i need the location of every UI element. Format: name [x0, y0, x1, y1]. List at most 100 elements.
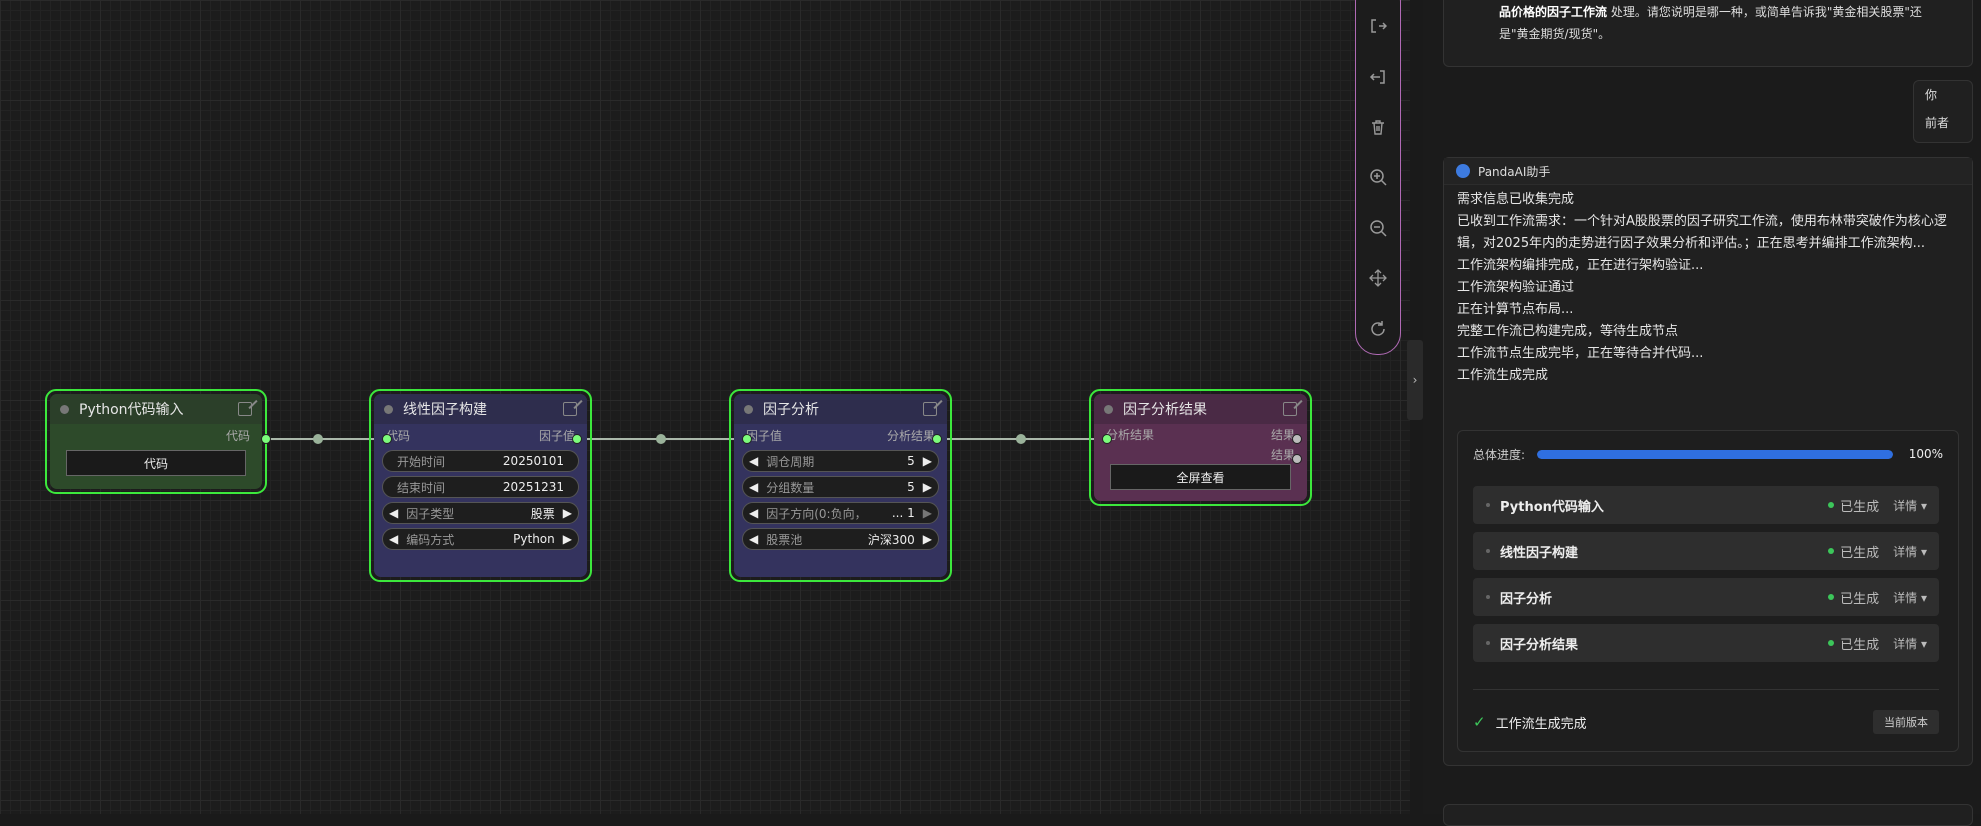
arrow-right-icon[interactable]: ▶	[923, 506, 932, 520]
node-status-item[interactable]: 因子分析结果 已生成 详情 ▾	[1473, 624, 1939, 662]
edit-icon[interactable]	[238, 402, 252, 416]
edit-icon[interactable]	[1283, 402, 1297, 416]
factor-type-select[interactable]: ◀ 因子类型 股票 ▶	[382, 502, 579, 524]
status-badge: 已生成	[1828, 542, 1879, 561]
user-message-line: 前者	[1925, 116, 1950, 130]
message-bold-text: 品价格的因子工作流	[1499, 5, 1608, 19]
status-line: 需求信息已收集完成	[1457, 192, 1575, 207]
arrow-left-icon[interactable]: ◀	[389, 506, 398, 520]
progress-bar	[1537, 449, 1893, 459]
progress-label: 总体进度:	[1473, 447, 1526, 462]
code-button[interactable]: 代码	[66, 450, 246, 476]
output-port-label: 代码	[225, 428, 250, 443]
divider	[1473, 689, 1939, 690]
input-port[interactable]	[742, 434, 752, 444]
node-header[interactable]: 因子分析结果	[1094, 394, 1307, 424]
details-toggle[interactable]: 详情 ▾	[1893, 589, 1927, 606]
fullscreen-button[interactable]: 全屏查看	[1110, 464, 1291, 490]
node-header[interactable]: 线性因子构建	[374, 394, 587, 424]
details-toggle[interactable]: 详情 ▾	[1893, 635, 1927, 652]
item-name: Python代码输入	[1500, 499, 1604, 515]
widget-value: 5	[907, 480, 915, 494]
import-icon[interactable]	[1367, 66, 1389, 86]
output-port[interactable]	[1292, 454, 1302, 464]
node-factor-analysis-result[interactable]: 因子分析结果 分析结果 结果 结果 全屏查看	[1089, 389, 1312, 506]
current-version-button[interactable]: 当前版本	[1873, 710, 1939, 734]
widget-value: 5	[907, 454, 915, 468]
status-line: 工作流架构编排完成，正在进行架构验证...	[1457, 258, 1704, 273]
edit-icon[interactable]	[923, 402, 937, 416]
details-toggle[interactable]: 详情 ▾	[1893, 543, 1927, 560]
arrow-left-icon[interactable]: ◀	[749, 506, 758, 520]
wire-midpoint[interactable]	[313, 434, 323, 444]
workflow-canvas[interactable]: Python代码输入 代码 代码 线性因子构建 代码 因子值 开始时间 20250…	[0, 0, 1410, 814]
stock-pool-select[interactable]: ◀ 股票池 沪深300 ▶	[742, 528, 939, 550]
edit-icon[interactable]	[563, 402, 577, 416]
chevron-right-icon: ›	[1412, 373, 1418, 387]
encoding-select[interactable]: ◀ 编码方式 Python ▶	[382, 528, 579, 550]
node-factor-analysis[interactable]: 因子分析 因子值 分析结果 ◀ 调仓周期 5 ▶ ◀ 分组数量 5 ▶ ◀ 因子方向(0:负向…	[729, 389, 952, 582]
collapse-panel-button[interactable]: ›	[1407, 340, 1423, 420]
widget-value: Python	[513, 532, 555, 546]
assistant-name: PandaAI助手	[1478, 164, 1551, 179]
export-icon[interactable]	[1367, 16, 1389, 36]
widget-value: 股票	[530, 506, 555, 521]
node-ports: 代码 因子值	[374, 424, 587, 446]
rebalance-period-select[interactable]: ◀ 调仓周期 5 ▶	[742, 450, 939, 472]
previous-assistant-message: 品价格的因子工作流 处理。请您说明是哪一种，或简单告诉我"黄金相关股票"还是"黄…	[1443, 0, 1973, 67]
arrow-left-icon[interactable]: ◀	[749, 454, 758, 468]
message-text: 品价格的因子工作流 处理。请您说明是哪一种，或简单告诉我"黄金相关股票"还是"黄…	[1499, 1, 1949, 45]
wire-midpoint[interactable]	[656, 434, 666, 444]
node-status-dot	[60, 404, 69, 414]
factor-direction-select[interactable]: ◀ 因子方向(0:负向， ... 1 ▶	[742, 502, 939, 524]
node-status-item[interactable]: 线性因子构建 已生成 详情 ▾	[1473, 532, 1939, 570]
node-linear-factor-build[interactable]: 线性因子构建 代码 因子值 开始时间 20250101 结束时间 20251231 …	[369, 389, 592, 582]
node-python-code-input[interactable]: Python代码输入 代码 代码	[45, 389, 271, 494]
input-port[interactable]	[382, 434, 392, 444]
fit-view-icon[interactable]	[1367, 268, 1389, 288]
node-status-item[interactable]: Python代码输入 已生成 详情 ▾	[1473, 486, 1939, 524]
bullet-icon	[1486, 503, 1490, 507]
output-port[interactable]	[1292, 434, 1302, 444]
widget-label: 开始时间	[397, 454, 446, 469]
delete-icon[interactable]	[1367, 117, 1389, 137]
end-time-field[interactable]: 结束时间 20251231	[382, 476, 579, 498]
assistant-lines: 需求信息已收集完成 已收到工作流需求：一个针对A股股票的因子研究工作流，使用布林…	[1444, 185, 1972, 387]
wire-midpoint[interactable]	[1016, 434, 1026, 444]
overall-progress: 总体进度: 100%	[1473, 443, 1943, 465]
node-title: 线性因子构建	[403, 402, 487, 418]
widget-label: 调仓周期	[766, 454, 815, 469]
arrow-left-icon[interactable]: ◀	[749, 480, 758, 494]
arrow-left-icon[interactable]: ◀	[389, 532, 398, 546]
generation-progress-card: 总体进度: 100% Python代码输入 已生成 详情 ▾ 线性因子构建 已生…	[1457, 430, 1959, 752]
bullet-icon	[1486, 641, 1490, 645]
node-header[interactable]: 因子分析	[734, 394, 947, 424]
start-time-field[interactable]: 开始时间 20250101	[382, 450, 579, 472]
completion-text: 工作流生成完成	[1495, 716, 1587, 732]
arrow-right-icon[interactable]: ▶	[923, 532, 932, 546]
widget-value: 20250101	[502, 454, 564, 468]
node-ports: 代码	[50, 424, 262, 446]
arrow-right-icon[interactable]: ▶	[923, 480, 932, 494]
refresh-icon[interactable]	[1367, 319, 1389, 339]
output-port[interactable]	[572, 434, 582, 444]
node-header[interactable]: Python代码输入	[50, 394, 262, 424]
arrow-right-icon[interactable]: ▶	[563, 532, 572, 546]
input-port[interactable]	[1102, 434, 1112, 444]
output-port[interactable]	[932, 434, 942, 444]
bullet-icon	[1486, 549, 1490, 553]
arrow-right-icon[interactable]: ▶	[563, 506, 572, 520]
zoom-in-icon[interactable]	[1367, 167, 1389, 187]
arrow-left-icon[interactable]: ◀	[749, 532, 758, 546]
zoom-out-icon[interactable]	[1367, 218, 1389, 238]
widget-label: 分组数量	[766, 480, 815, 495]
canvas-toolbar	[1355, 0, 1401, 355]
details-toggle[interactable]: 详情 ▾	[1893, 497, 1927, 514]
group-count-select[interactable]: ◀ 分组数量 5 ▶	[742, 476, 939, 498]
item-name: 因子分析结果	[1500, 637, 1579, 653]
output-port[interactable]	[261, 434, 271, 444]
arrow-right-icon[interactable]: ▶	[923, 454, 932, 468]
node-status-item[interactable]: 因子分析 已生成 详情 ▾	[1473, 578, 1939, 616]
status-line: 正在计算节点布局...	[1457, 302, 1574, 317]
status-line: 工作流生成完成	[1457, 368, 1549, 383]
